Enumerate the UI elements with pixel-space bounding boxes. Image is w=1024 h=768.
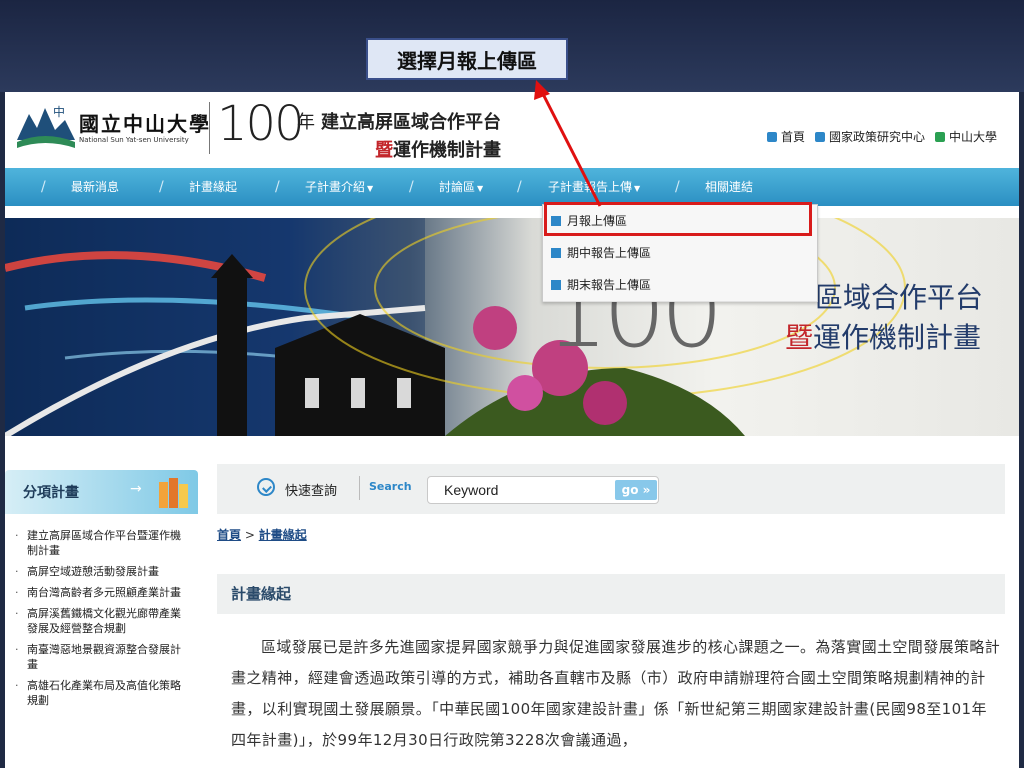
nav-label: 子計畫介紹 <box>305 180 366 194</box>
header-title-rest: 運作機制計畫 <box>393 140 501 161</box>
books-icon <box>159 478 188 508</box>
nav-separator: / <box>41 179 46 195</box>
sidebar-item[interactable]: 高屏溪舊鐵橋文化觀光廊帶產業發展及經營整合規劃 <box>5 606 198 636</box>
toplink-label: 國家政策研究中心 <box>828 130 925 144</box>
banner-title-rest: 運作機制計畫 <box>813 321 982 354</box>
nav-item-news[interactable]: 最新消息 <box>71 168 119 206</box>
nav-label: 討論區 <box>439 180 476 194</box>
nav-separator: / <box>275 179 280 195</box>
sidebar-heading: 分項計畫 → <box>5 470 198 514</box>
quick-search-label: 快速查詢 <box>285 484 338 499</box>
arrow-right-icon: → <box>130 481 142 497</box>
caret-down-icon: ▼ <box>477 184 484 193</box>
nav-separator: / <box>159 179 164 195</box>
toplink-policy-center[interactable]: 國家政策研究中心 <box>814 128 925 145</box>
dropdown-item-label: 期中報告上傳區 <box>567 246 652 260</box>
nav-item-forum[interactable]: 討論區 ▼ <box>439 168 483 206</box>
square-icon <box>814 131 825 142</box>
square-icon <box>766 131 777 142</box>
main-nav: / 最新消息 / 計畫緣起 / 子計畫介紹 ▼ / 討論區 ▼ / 子計畫報告上傳 ▼… <box>5 168 1019 206</box>
caret-down-icon: ▼ <box>367 184 374 193</box>
svg-text:中: 中 <box>53 104 65 119</box>
square-icon <box>551 248 561 258</box>
header-year-char: 年 <box>297 112 315 133</box>
university-name: 國立中山大學 <box>79 112 211 136</box>
sidebar-heading-label: 分項計畫 <box>23 485 79 501</box>
university-logo-icon: 中 <box>17 104 75 148</box>
search-bar: 快速查詢 Search go » <box>217 464 1005 514</box>
highlight-box <box>544 202 812 236</box>
search-go-button[interactable]: go » <box>615 480 657 500</box>
banner-title-line1: 區域合作平台 <box>815 281 984 314</box>
caret-down-icon: ▼ <box>634 184 641 193</box>
home-icon <box>934 131 945 142</box>
sidebar-list: 建立高屏區域合作平台暨運作機制計畫 高屏空域遊憩活動發展計畫 南台灣高齡者多元照… <box>5 528 198 714</box>
website-page: 中 國立中山大學 National Sun Yat-sen University… <box>5 92 1019 768</box>
banner-title-line2: 暨運作機制計畫 <box>785 316 981 356</box>
dropdown-item-final[interactable]: 期末報告上傳區 <box>543 269 817 302</box>
header-number: 100 <box>217 96 305 152</box>
header-title-line2: 暨運作機制計畫 <box>375 136 501 162</box>
header-divider <box>209 102 210 154</box>
toplink-university[interactable]: 中山大學 <box>934 128 997 145</box>
section-title: 計畫緣起 <box>217 574 1005 614</box>
callout-label: 選擇月報上傳區 <box>366 38 568 80</box>
nav-item-report-upload[interactable]: 子計畫報告上傳 ▼ <box>548 168 640 206</box>
header-title-line1: 建立高屏區域合作平台 <box>321 112 501 133</box>
sidebar-item[interactable]: 南台灣高齡者多元照顧產業計畫 <box>5 585 198 600</box>
banner-image: 100 區域合作平台 暨運作機制計畫 <box>5 218 1019 436</box>
nav-item-links[interactable]: 相關連結 <box>705 168 753 206</box>
breadcrumb-home[interactable]: 首頁 <box>217 528 241 542</box>
content-paragraph: 區域發展已是許多先進國家提昇國家競爭力與促進國家發展進步的核心課題之一。為落實國… <box>231 638 1001 749</box>
content-body: 區域發展已是許多先進國家提昇國家競爭力與促進國家發展進步的核心課題之一。為落實國… <box>231 632 1001 756</box>
sidebar-item[interactable]: 建立高屏區域合作平台暨運作機制計畫 <box>5 528 198 558</box>
nav-separator: / <box>517 179 522 195</box>
sidebar-item[interactable]: 高屏空域遊憩活動發展計畫 <box>5 564 198 579</box>
search-divider <box>359 476 360 500</box>
nav-item-subprojects[interactable]: 子計畫介紹 ▼ <box>305 168 373 206</box>
university-name-en: National Sun Yat-sen University <box>79 136 189 144</box>
square-icon <box>551 280 561 290</box>
search-label: Search <box>369 480 412 493</box>
breadcrumb-current[interactable]: 計畫緣起 <box>259 528 307 542</box>
breadcrumb-sep: > <box>241 528 259 542</box>
sidebar-item[interactable]: 南臺灣惡地景觀資源整合發展計畫 <box>5 642 198 672</box>
top-links: 首頁 國家政策研究中心 中山大學 <box>766 128 997 145</box>
toplink-home[interactable]: 首頁 <box>766 128 805 145</box>
breadcrumb: 首頁 > 計畫緣起 <box>217 526 307 543</box>
banner-title-first-char: 暨 <box>785 321 814 354</box>
dropdown-item-label: 期末報告上傳區 <box>567 278 652 292</box>
nav-label: 子計畫報告上傳 <box>548 180 633 194</box>
dropdown-item-midterm[interactable]: 期中報告上傳區 <box>543 237 817 270</box>
nav-separator: / <box>675 179 680 195</box>
search-icon <box>257 478 275 496</box>
nav-item-origin[interactable]: 計畫緣起 <box>189 168 237 206</box>
header-title-first-char: 暨 <box>375 140 393 161</box>
sidebar-item[interactable]: 高雄石化產業布局及高值化策略規劃 <box>5 678 198 708</box>
nav-separator: / <box>409 179 414 195</box>
toplink-label: 首頁 <box>780 130 805 144</box>
toplink-label: 中山大學 <box>948 130 997 144</box>
